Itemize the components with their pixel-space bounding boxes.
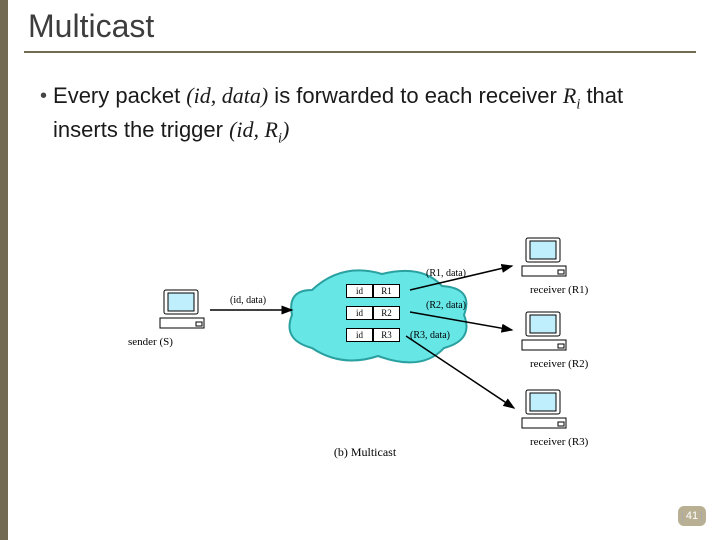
edge-out1-label: (R1, data) [426, 268, 466, 279]
trigger-2: id R2 [346, 306, 400, 320]
bullet-icon: • [40, 81, 47, 112]
edge-out3-label: (R3, data) [410, 330, 450, 341]
receiver-1-pc-icon [520, 236, 576, 282]
trigger-2-left: id [346, 306, 373, 320]
edge-cloud-to-r3 [406, 332, 522, 414]
trigger-1-left: id [346, 284, 373, 298]
bullet-item: • Every packet (id, data) is forwarded t… [40, 81, 680, 148]
t-mid1: is forwarded to each receiver [268, 83, 563, 108]
receiver-2-pc-icon [520, 310, 576, 356]
diagram-caption: (b) Multicast [110, 445, 620, 460]
edge-out2-label: (R2, data) [426, 300, 466, 311]
slide: Multicast • Every packet (id, data) is f… [0, 0, 720, 540]
trigger-3: id R3 [346, 328, 400, 342]
sender-pc-icon [158, 288, 214, 334]
title-area: Multicast [24, 0, 696, 53]
t-pre: Every packet [53, 83, 186, 108]
bullet-text: Every packet (id, data) is forwarded to … [53, 81, 680, 148]
slide-title: Multicast [28, 8, 696, 45]
t-close: ) [282, 117, 289, 142]
trigger-3-right: R3 [373, 328, 400, 342]
edge-in-label: (id, data) [230, 295, 266, 306]
receiver-1-label: receiver (R1) [530, 284, 588, 296]
left-accent-bar [0, 0, 8, 540]
trigger-1: id R1 [346, 284, 400, 298]
trigger-1-right: R1 [373, 284, 400, 298]
receiver-2-label: receiver (R2) [530, 358, 588, 370]
page-number-badge: 41 [678, 506, 706, 526]
t-id-data: (id, data) [186, 83, 268, 108]
trigger-3-left: id [346, 328, 373, 342]
multicast-diagram: id R1 id R2 id R3 sender (S) receiver (R… [110, 240, 620, 460]
page-number: 41 [686, 510, 698, 522]
t-ri: R [563, 83, 576, 108]
body-area: • Every packet (id, data) is forwarded t… [0, 53, 720, 148]
receiver-3-pc-icon [520, 388, 576, 434]
t-id-ri: (id, R [229, 117, 278, 142]
sender-label: sender (S) [128, 336, 173, 348]
trigger-2-right: R2 [373, 306, 400, 320]
